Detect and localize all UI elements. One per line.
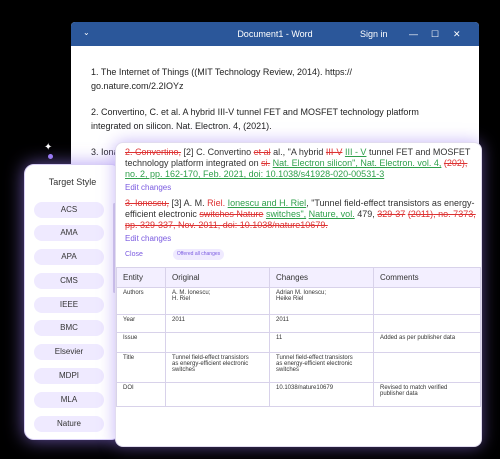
sparkle-icon: ✦	[44, 142, 53, 153]
table-cell: Authors	[116, 287, 166, 315]
deleted-text: si.	[261, 158, 271, 168]
table-cell: Tunnel field-effect transistors as energ…	[269, 352, 374, 383]
table-cell: 2011	[165, 314, 270, 333]
sparkle-icon: ✦	[456, 117, 467, 131]
inserted-text: Nat. Electron silicon", Nat. Electron. v…	[272, 158, 442, 168]
table-cell	[165, 332, 270, 353]
table-cell: Adrian M. Ionescu; Heike Riel	[269, 287, 374, 315]
inserted-text: III - V	[344, 147, 367, 157]
table-cell: Year	[116, 314, 166, 333]
table-cell: 10.1038/nature10679	[269, 382, 374, 407]
reference-author: A. M.	[183, 198, 205, 208]
doc-ref-line: integrated on silicon. Nat. Electron. 4,…	[91, 121, 272, 131]
table-cell	[373, 287, 481, 315]
table-cell: Added as per publisher data	[373, 332, 481, 353]
inserted-text: Nature, vol.	[308, 209, 355, 219]
changes-card: 2. Convertino, [2] C. Convertino et al a…	[115, 142, 482, 447]
style-option-apa[interactable]: APA	[34, 249, 104, 265]
reference-author: C. Convertino	[196, 147, 252, 157]
deleted-text: 329-37	[377, 209, 406, 219]
reference-number: [2]	[183, 147, 194, 157]
table-header-row: Entity Original Changes Comments	[116, 267, 481, 288]
table-cell: Issue	[116, 332, 166, 353]
reference-number: [3]	[171, 198, 182, 208]
style-option-bmc[interactable]: BMC	[34, 320, 104, 336]
offered-changes-pill[interactable]: Offered all changes	[173, 249, 224, 260]
inserted-text: switches",	[265, 209, 307, 219]
table-cell: DOI	[116, 382, 166, 407]
minimize-icon[interactable]: —	[409, 29, 418, 39]
reference-text: 479,	[357, 209, 375, 219]
doc-ref-line: go.nature.com/2.2IOYz	[91, 81, 184, 91]
style-option-mdpi[interactable]: MDPI	[34, 368, 104, 384]
style-option-ama[interactable]: AMA	[34, 225, 104, 241]
deleted-text: 3. Ionescu,	[125, 198, 170, 208]
table-row: Title Tunnel field-effect transistors as…	[116, 352, 481, 383]
table-cell: Tunnel field-effect transistors as energ…	[165, 352, 270, 383]
edit-changes-link[interactable]: Edit changes	[125, 234, 171, 243]
deleted-text: III-V	[325, 147, 343, 157]
changed-text: Riel.	[207, 198, 226, 208]
table-cell: 11	[269, 332, 374, 353]
inserted-text: no. 2, pp. 162-170, Feb. 2021, doi: 10.1…	[125, 169, 385, 179]
table-cell: Revised to match verified publisher data	[373, 382, 481, 407]
maximize-icon[interactable]: ☐	[431, 29, 439, 40]
style-option-acs[interactable]: ACS	[34, 202, 104, 218]
column-header: Changes	[269, 267, 374, 288]
table-cell	[373, 352, 481, 383]
doc-ref-line: 1. The Internet of Things ((MIT Technolo…	[91, 67, 352, 77]
table-cell: Title	[116, 352, 166, 383]
reference-3-diff: 3. Ionescu, [3] A. M. Riel. Ionescu and …	[125, 198, 477, 231]
deleted-text: (2011)	[407, 209, 434, 219]
doc-ref-line: 2. Convertino, C. et al. A hybrid III-V …	[91, 107, 419, 117]
word-title-bar: ⌄ Document1 - Word Sign in — ☐ ✕	[71, 22, 479, 46]
deleted-text: (202	[443, 158, 462, 168]
close-icon[interactable]: ✕	[453, 29, 461, 40]
table-cell	[373, 314, 481, 333]
column-header: Original	[165, 267, 270, 288]
table-cell: A. M. Ionescu; H. Riel	[165, 287, 270, 315]
style-option-nature[interactable]: Nature	[34, 416, 104, 432]
edit-changes-link[interactable]: Edit changes	[125, 183, 171, 192]
deleted-text: switches Nature	[199, 209, 264, 219]
table-cell	[165, 382, 270, 407]
table-row: Year 2011 2011	[116, 314, 481, 333]
deleted-text: ),	[461, 158, 468, 168]
table-row: Issue 11 Added as per publisher data	[116, 332, 481, 353]
table-row: Authors A. M. Ionescu; H. Riel Adrian M.…	[116, 287, 481, 315]
style-option-elsevier[interactable]: Elsevier	[34, 344, 104, 360]
reference-2-diff: 2. Convertino, [2] C. Convertino et al a…	[125, 147, 477, 180]
target-style-panel: Target Style ACS AMA APA CMS IEEE BMC El…	[24, 164, 121, 440]
reference-text: al., "A hybrid	[273, 147, 324, 157]
sign-in-link[interactable]: Sign in	[360, 29, 388, 39]
deleted-text: et al	[253, 147, 271, 157]
changes-table: Entity Original Changes Comments Authors…	[116, 267, 481, 407]
decorative-dot	[48, 154, 53, 159]
panel-title: Target Style	[48, 177, 97, 187]
column-header: Comments	[373, 267, 481, 288]
style-option-cms[interactable]: CMS	[34, 273, 104, 289]
table-row: DOI 10.1038/nature10679 Revised to match…	[116, 382, 481, 407]
style-option-ieee[interactable]: IEEE	[34, 297, 104, 313]
deleted-text: 2. Convertino,	[125, 147, 182, 157]
table-cell: 2011	[269, 314, 374, 333]
column-header: Entity	[116, 267, 166, 288]
style-option-mla[interactable]: MLA	[34, 392, 104, 408]
close-button[interactable]: Close	[125, 251, 143, 258]
inserted-text: Ionescu and H. Riel	[227, 198, 307, 208]
